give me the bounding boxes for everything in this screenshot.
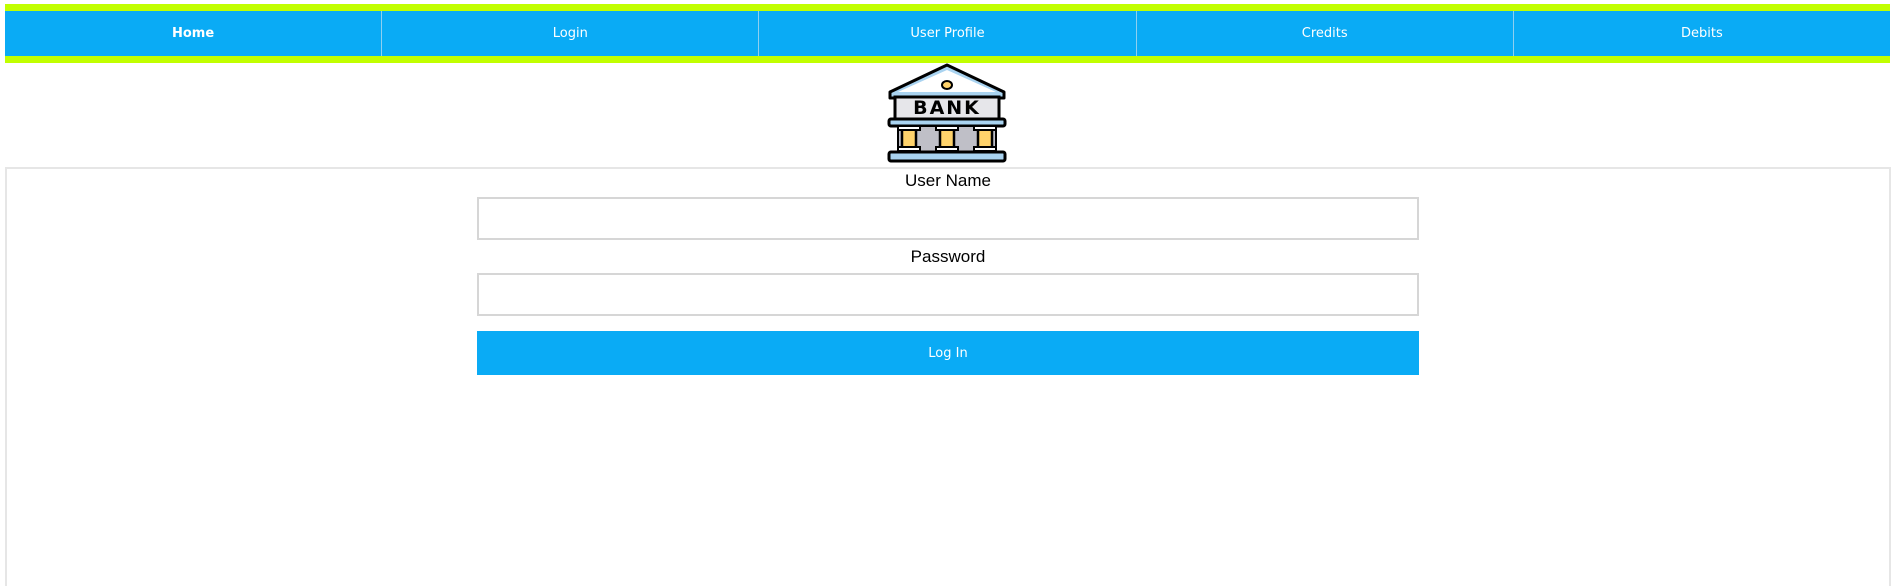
logo-text: BANK: [913, 97, 981, 119]
nav-item-user-profile[interactable]: User Profile: [759, 11, 1137, 56]
nav-item-credits[interactable]: Credits: [1137, 11, 1514, 56]
password-input[interactable]: [477, 273, 1419, 316]
nav-item-login[interactable]: Login: [382, 11, 760, 56]
nav-menu: Home Login User Profile Credits Debits: [5, 11, 1890, 56]
nav-item-debits[interactable]: Debits: [1514, 11, 1890, 56]
username-input[interactable]: [477, 197, 1419, 240]
nav-item-home[interactable]: Home: [5, 11, 383, 56]
login-button[interactable]: Log In: [477, 331, 1419, 375]
login-panel: User Name Password Log In: [5, 167, 1891, 586]
password-label: Password: [910, 247, 986, 266]
username-label: User Name: [905, 171, 991, 190]
top-nav-bar: Home Login User Profile Credits Debits: [5, 4, 1890, 63]
bank-icon: BANK: [887, 63, 1007, 163]
